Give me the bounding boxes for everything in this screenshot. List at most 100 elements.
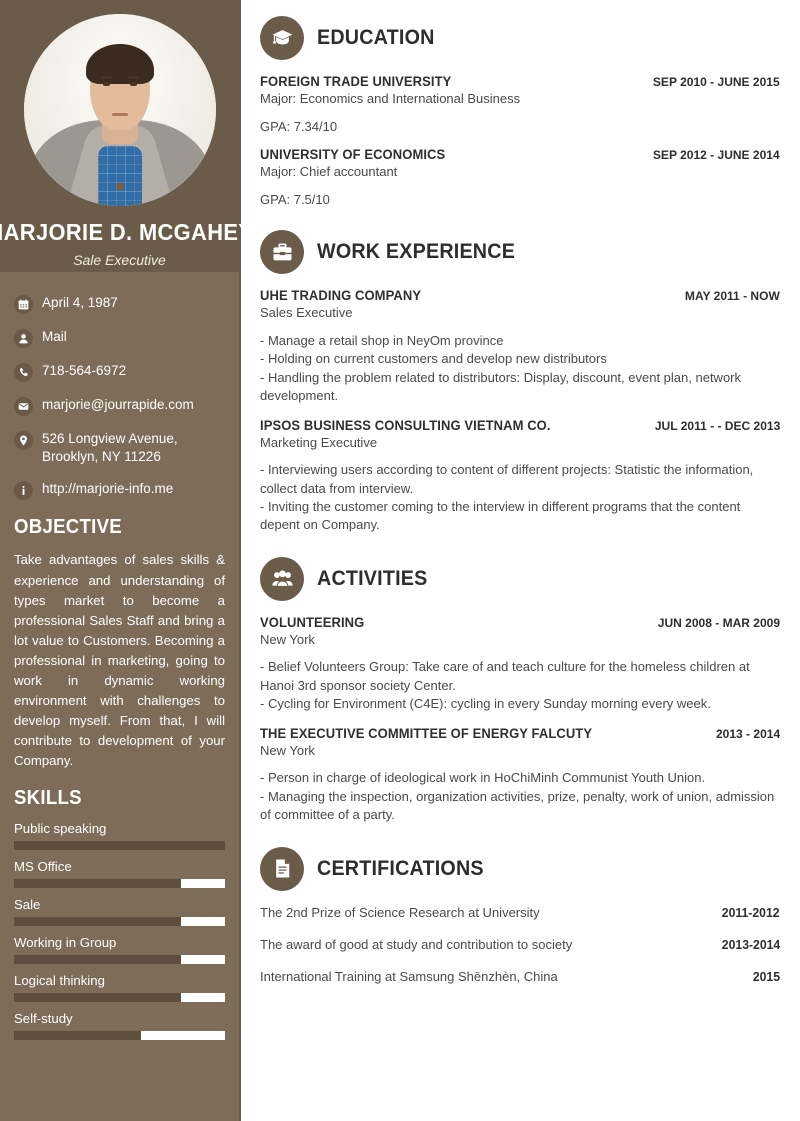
education-gpa: GPA: 7.34/10	[260, 118, 338, 134]
contact-item-phone: 718-564-6972	[14, 362, 225, 382]
contact-text: 526 Longview Avenue, Brooklyn, NY 11226	[42, 431, 178, 465]
contact-text: April 4, 1987	[42, 295, 118, 310]
certification-row: The award of good at study and contribut…	[260, 937, 780, 952]
bullet-line: - Handling the problem related to distri…	[260, 369, 742, 404]
skill-bar	[14, 879, 225, 889]
skill-bar	[14, 955, 225, 965]
certification-row: International Training at Samsung Shēnzh…	[260, 969, 780, 984]
skill-bar	[14, 993, 225, 1003]
entry-header: FOREIGN TRADE UNIVERSITY SEP 2010 - JUNE…	[260, 74, 780, 89]
skill-bar-fill	[14, 917, 181, 927]
section-title: ACTIVITIES	[317, 566, 428, 590]
education-date: SEP 2010 - JUNE 2015	[653, 75, 780, 89]
skill-bar-fill	[14, 955, 181, 965]
section-title: CERTIFICATIONS	[317, 856, 484, 880]
profile-name: MARJORIE D. MCGAHEY	[0, 219, 254, 245]
skill-item: Working in Group	[14, 935, 225, 965]
work-position: Marketing Executive	[260, 434, 378, 450]
certification-name: International Training at Samsung Shēnzh…	[260, 968, 558, 984]
calendar-icon	[14, 295, 33, 314]
entry-header: VOLUNTEERING JUN 2008 - MAR 2009	[260, 615, 780, 630]
education-major: Major: Chief accountant	[260, 164, 398, 180]
objective-heading: OBJECTIVE	[14, 516, 122, 539]
map-pin-icon	[14, 431, 33, 450]
bullet-line: - Holding on current customers and devel…	[260, 351, 607, 367]
education-gpa: GPA: 7.5/10	[260, 191, 330, 207]
skills-heading: SKILLS	[14, 787, 82, 810]
skill-label: MS Office	[14, 859, 72, 875]
skill-item: Logical thinking	[14, 973, 225, 1003]
skill-item: Self-study	[14, 1011, 225, 1041]
bullet-line: - Manage a retail shop in NeyOm province	[260, 332, 504, 348]
education-entry: FOREIGN TRADE UNIVERSITY SEP 2010 - JUNE…	[260, 74, 780, 135]
contact-item-website[interactable]: http://marjorie-info.me	[14, 480, 225, 501]
contact-item-email[interactable]: marjorie@jourrapide.com	[14, 396, 225, 416]
skill-label: Logical thinking	[14, 973, 105, 989]
activity-org: VOLUNTEERING	[260, 614, 365, 630]
work-position: Sales Executive	[260, 305, 353, 321]
contact-text: marjorie@jourrapide.com	[42, 397, 194, 412]
section-header-certifications: CERTIFICATIONS	[260, 846, 780, 891]
profile-photo	[23, 14, 216, 206]
bullet-line: - Managing the inspection, organization …	[260, 788, 775, 823]
skill-bar	[14, 1031, 225, 1041]
objective-text: Take advantages of sales skills & experi…	[14, 552, 225, 769]
skill-label: Sale	[14, 897, 41, 913]
skill-bar	[14, 917, 225, 927]
bullet-line: - Inviting the customer coming to the in…	[260, 499, 741, 533]
work-date: MAY 2011 - NOW	[685, 289, 780, 304]
skill-label: Self-study	[14, 1011, 73, 1027]
contact-text: 718-564-6972	[42, 363, 127, 378]
education-school: UNIVERSITY OF ECONOMICS	[260, 147, 446, 163]
work-bullets: - Interviewing users according to conten…	[260, 461, 780, 535]
certification-name: The award of good at study and contribut…	[260, 936, 573, 952]
envelope-icon	[14, 397, 33, 416]
work-date: JUL 2011 - - DEC 2013	[654, 418, 780, 433]
phone-icon	[14, 363, 33, 382]
contact-text: Mail	[42, 329, 67, 344]
certification-name: The 2nd Prize of Science Research at Uni…	[260, 904, 540, 920]
section-title: EDUCATION	[317, 26, 435, 49]
skill-item: MS Office	[14, 859, 225, 889]
document-icon	[260, 846, 304, 891]
activity-bullets: - Belief Volunteers Group: Take care of …	[260, 658, 780, 713]
contact-list: April 4, 1987 Mail 718-564-6972 marjorie…	[14, 294, 225, 501]
activity-org: THE EXECUTIVE COMMITTEE OF ENERGY FALCUT…	[260, 725, 593, 741]
skill-bar-fill	[14, 841, 225, 851]
bullet-line: - Interviewing users according to conten…	[260, 462, 754, 496]
work-company: IPSOS BUSINESS CONSULTING VIETNAM CO.	[260, 417, 551, 433]
sidebar-body: April 4, 1987 Mail 718-564-6972 marjorie…	[0, 272, 239, 1041]
bullet-line: - Cycling for Environment (C4E): cycling…	[260, 696, 711, 712]
activity-date: JUN 2008 - MAR 2009	[657, 615, 780, 630]
work-entry: IPSOS BUSINESS CONSULTING VIETNAM CO. JU…	[260, 418, 780, 535]
bullet-line: - Belief Volunteers Group: Take care of …	[260, 659, 750, 693]
education-school: FOREIGN TRADE UNIVERSITY	[260, 74, 452, 89]
skill-item: Public speaking	[14, 821, 225, 851]
work-bullets: - Manage a retail shop in NeyOm province…	[260, 332, 780, 406]
certification-date: 2015	[752, 969, 780, 984]
activity-location: New York	[260, 631, 315, 647]
activity-location: New York	[260, 742, 315, 758]
certification-row: The 2nd Prize of Science Research at Uni…	[260, 905, 780, 920]
profile-header: MARJORIE D. MCGAHEY Sale Executive	[0, 0, 253, 272]
education-entry: UNIVERSITY OF ECONOMICS SEP 2012 - JUNE …	[260, 147, 780, 208]
activity-bullets: - Person in charge of ideological work i…	[260, 769, 780, 824]
entry-header: UNIVERSITY OF ECONOMICS SEP 2012 - JUNE …	[260, 147, 780, 162]
entry-header: UHE TRADING COMPANY MAY 2011 - NOW	[260, 288, 780, 303]
profile-role: Sale Executive	[73, 252, 166, 269]
activity-date: 2013 - 2014	[715, 726, 780, 741]
skill-item: Sale	[14, 897, 225, 927]
info-icon	[14, 481, 33, 501]
work-company: UHE TRADING COMPANY	[260, 288, 422, 304]
skill-bar-fill	[14, 993, 181, 1003]
section-header-education: EDUCATION	[260, 16, 780, 60]
resume-page: MARJORIE D. MCGAHEY Sale Executive April…	[0, 0, 800, 1121]
main-content: EDUCATION FOREIGN TRADE UNIVERSITY SEP 2…	[241, 0, 800, 1121]
contact-text: http://marjorie-info.me	[42, 481, 174, 497]
education-major: Major: Economics and International Busin…	[260, 91, 521, 106]
section-header-activities: ACTIVITIES	[260, 556, 780, 601]
briefcase-icon	[260, 230, 304, 275]
section-header-work-experience: WORK EXPERIENCE	[260, 230, 780, 275]
certification-date: 2011-2012	[722, 905, 780, 920]
section-title: WORK EXPERIENCE	[317, 240, 516, 264]
